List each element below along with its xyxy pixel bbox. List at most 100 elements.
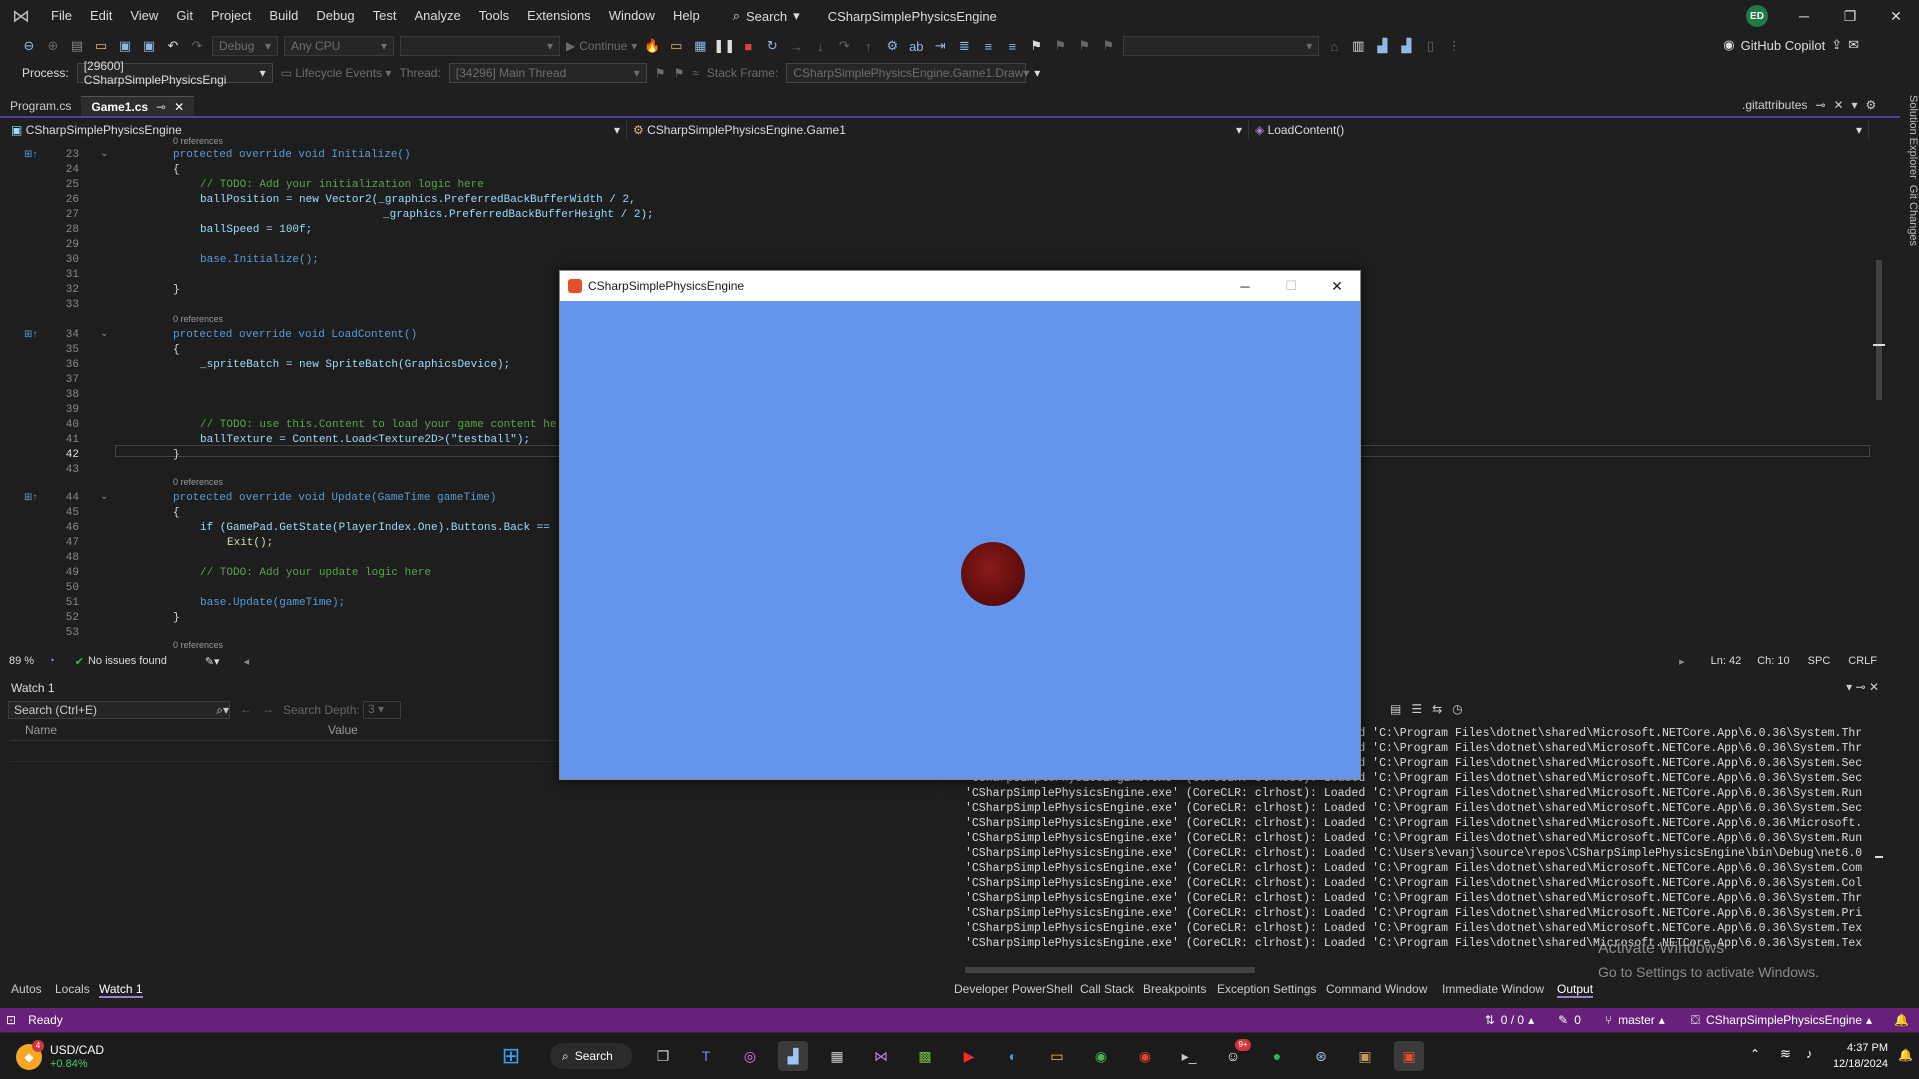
branch-name[interactable]: master bbox=[1618, 1013, 1655, 1027]
restore-button[interactable]: ❐ bbox=[1827, 0, 1873, 32]
tab-call-stack[interactable]: Call Stack bbox=[1080, 982, 1134, 996]
codelens-references[interactable]: 0 references bbox=[173, 640, 223, 650]
member-dropdown[interactable]: ◈ LoadContent() ▾ bbox=[1249, 120, 1869, 140]
spotify-icon[interactable]: ● bbox=[1262, 1041, 1292, 1071]
continue-button[interactable]: ▶ Continue ▾ bbox=[566, 39, 637, 53]
scrollbar-thumb[interactable] bbox=[1876, 260, 1882, 400]
tray-chevron-icon[interactable]: ⌃ bbox=[1750, 1047, 1760, 1061]
game-window[interactable]: CSharpSimplePhysicsEngine ─ ☐ ✕ bbox=[559, 270, 1361, 780]
teams-icon[interactable]: T bbox=[691, 1041, 721, 1071]
search-depth-select[interactable]: 3 ▾ bbox=[363, 701, 401, 719]
find-message-icon[interactable]: ▤ bbox=[1390, 702, 1401, 716]
step-into-icon[interactable]: ↓ bbox=[811, 37, 829, 55]
tab-exception-settings[interactable]: Exception Settings bbox=[1217, 982, 1316, 996]
global-search[interactable]: ⌕ Search ▾ bbox=[723, 8, 810, 24]
edge-icon[interactable]: ◐ bbox=[998, 1041, 1028, 1071]
spell-check-icon[interactable]: ab bbox=[907, 37, 925, 55]
save-all-icon[interactable]: ▣ bbox=[140, 37, 158, 55]
whitespace-indicator[interactable]: SPC bbox=[1808, 655, 1831, 667]
youtube-icon[interactable]: ▶ bbox=[954, 1041, 984, 1071]
class-dropdown[interactable]: ⚙ CSharpSimplePhysicsEngine.Game1 ▾ bbox=[627, 120, 1249, 140]
redo-icon[interactable]: ↷ bbox=[188, 37, 206, 55]
menu-file[interactable]: File bbox=[42, 0, 81, 32]
flag-icon[interactable]: ⚑ bbox=[655, 66, 666, 80]
open-icon[interactable]: ▭ bbox=[92, 37, 110, 55]
menu-extensions[interactable]: Extensions bbox=[518, 0, 600, 32]
menu-edit[interactable]: Edit bbox=[81, 0, 121, 32]
copilot-icon[interactable]: ◔ bbox=[48, 655, 55, 667]
watch-search-input[interactable]: Search (Ctrl+E) ⌕▾ bbox=[8, 701, 230, 719]
overflow-icon[interactable]: ▾ bbox=[1034, 66, 1040, 80]
tab-game1-cs[interactable]: Game1.cs ⊸ ✕ bbox=[81, 96, 195, 116]
github-copilot-button[interactable]: ◉ GitHub Copilot ⇪ ✉ bbox=[1723, 37, 1859, 53]
package-icon[interactable]: ⌂ bbox=[1325, 37, 1343, 55]
snipping-tool-icon[interactable]: ▟ bbox=[778, 1041, 808, 1071]
name-column-header[interactable]: Name bbox=[25, 723, 57, 737]
tab-gitattributes[interactable]: .gitattributes ⊸ ✕ ▾ ⚙ bbox=[1742, 98, 1876, 112]
changes-indicator[interactable]: 0 bbox=[1574, 1013, 1581, 1027]
minecraft-icon[interactable]: ▩ bbox=[910, 1041, 940, 1071]
hot-reload-icon[interactable]: 🔥 bbox=[643, 37, 661, 55]
clock-icon[interactable]: ◷ bbox=[1452, 702, 1462, 716]
layout-icon[interactable]: ▦ bbox=[691, 37, 709, 55]
chevron-down-icon[interactable]: ▾ bbox=[1852, 98, 1858, 112]
output-scrollbar[interactable] bbox=[1875, 726, 1883, 966]
share-icon[interactable]: ⇪ bbox=[1831, 37, 1842, 53]
package-app-icon[interactable]: ▣ bbox=[1350, 1041, 1380, 1071]
issues-status[interactable]: No issues found bbox=[88, 655, 167, 667]
forward-icon[interactable]: ⊕ bbox=[44, 37, 62, 55]
close-button[interactable]: ✕ bbox=[1873, 0, 1919, 32]
stack-icon[interactable]: ≈ bbox=[692, 66, 699, 80]
show-next-statement-icon[interactable]: → bbox=[787, 37, 805, 55]
comment-icon[interactable]: ≡ bbox=[979, 37, 997, 55]
tab-watch-1[interactable]: Watch 1 bbox=[99, 982, 143, 998]
undo-icon[interactable]: ↶ bbox=[164, 37, 182, 55]
line-indicator[interactable]: Ln: 42 bbox=[1711, 655, 1742, 667]
volume-icon[interactable]: ♪ bbox=[1806, 1046, 1813, 1061]
lifecycle-events[interactable]: ▭ Lifecycle Events ▾ bbox=[281, 66, 392, 80]
word-wrap-icon[interactable]: ⇆ bbox=[1432, 702, 1442, 716]
cleanup-icon[interactable]: ✎▾ bbox=[205, 655, 220, 668]
stackframe-select[interactable]: CSharpSimplePhysicsEngine.Game1.Draw ▾ bbox=[786, 63, 1029, 83]
menu-view[interactable]: View bbox=[121, 0, 167, 32]
task-view-icon[interactable]: ❐ bbox=[648, 1041, 678, 1071]
menu-debug[interactable]: Debug bbox=[307, 0, 363, 32]
commits-indicator[interactable]: 0 / 0 bbox=[1501, 1013, 1524, 1027]
notification-bell-icon[interactable]: 🔔 bbox=[1898, 1048, 1913, 1062]
browse-icon[interactable]: ▭ bbox=[667, 37, 685, 55]
next-bookmark-icon[interactable]: ⚑ bbox=[1075, 37, 1093, 55]
save-icon[interactable]: ▣ bbox=[116, 37, 134, 55]
steam-icon[interactable]: ⊛ bbox=[1306, 1041, 1336, 1071]
indent-icon[interactable]: ⇥ bbox=[931, 37, 949, 55]
ticker-name[interactable]: USD/CAD bbox=[50, 1043, 104, 1057]
scroll-left-icon[interactable]: ◂ bbox=[244, 655, 250, 668]
zoom-level[interactable]: 89 % bbox=[9, 655, 34, 667]
debug-tools-icon[interactable]: ⚙ bbox=[883, 37, 901, 55]
override-glyph-icon[interactable]: ⊞↑ bbox=[24, 149, 37, 160]
tab-breakpoints[interactable]: Breakpoints bbox=[1143, 982, 1206, 996]
solution-explorer-tab[interactable]: Solution Explorer bbox=[1907, 95, 1919, 179]
gear-icon[interactable]: ⚙ bbox=[1866, 98, 1877, 112]
tab-output[interactable]: Output bbox=[1557, 982, 1594, 998]
chrome-profile-icon[interactable]: ◉ bbox=[1130, 1041, 1160, 1071]
tab-developer-powershell[interactable]: Developer PowerShell bbox=[954, 982, 1073, 996]
window-layout-icon[interactable]: ▥ bbox=[1349, 37, 1367, 55]
value-column-header[interactable]: Value bbox=[328, 723, 358, 737]
minimize-button[interactable]: ─ bbox=[1222, 279, 1268, 294]
clear-bookmark-icon[interactable]: ⚑ bbox=[1099, 37, 1117, 55]
step-out-icon[interactable]: ↑ bbox=[859, 37, 877, 55]
startup-item-select[interactable]: ▾ bbox=[400, 36, 560, 56]
codelens-references[interactable]: 0 references bbox=[173, 477, 223, 487]
store-icon[interactable]: ▦ bbox=[822, 1041, 852, 1071]
output-hscroll-thumb[interactable] bbox=[965, 967, 1255, 973]
feedback-icon[interactable]: ✉ bbox=[1848, 37, 1859, 53]
menu-analyze[interactable]: Analyze bbox=[405, 0, 469, 32]
tab-command-window[interactable]: Command Window bbox=[1326, 982, 1427, 996]
menu-project[interactable]: Project bbox=[202, 0, 260, 32]
find-combo[interactable]: ▾ bbox=[1123, 36, 1320, 56]
pin-icon[interactable]: ⊸ bbox=[1815, 98, 1825, 112]
line-ending-indicator[interactable]: CRLF bbox=[1848, 655, 1877, 667]
forward-arrow-icon[interactable]: → bbox=[262, 702, 274, 716]
prev-bookmark-icon[interactable]: ⚑ bbox=[1051, 37, 1069, 55]
copilot-app-icon[interactable]: ◎ bbox=[735, 1041, 765, 1071]
